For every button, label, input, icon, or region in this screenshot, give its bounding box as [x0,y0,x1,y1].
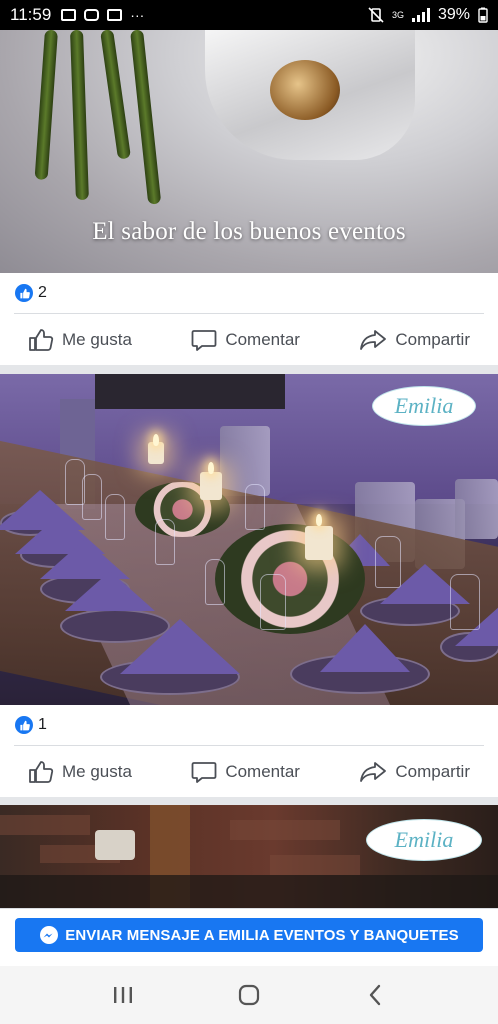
reactions-summary[interactable]: 2 [0,273,498,313]
thumbs-up-icon [29,328,54,351]
post-image-interior[interactable]: Emilia [0,805,498,915]
thumbs-up-icon [29,760,54,783]
home-icon [238,984,260,1006]
send-message-button[interactable]: ENVIAR MENSAJE A EMILIA EVENTOS Y BANQUE… [15,918,483,952]
post-image-food[interactable]: El sabor de los buenos eventos [0,30,498,273]
status-bar: 11:59 ··· 3G 39% [0,0,498,30]
post-footer-2: 1 Me gusta Comentar Compartir [0,705,498,797]
battery-percent: 39% [437,6,470,23]
chair [455,479,498,539]
brick [0,815,90,835]
candle-flame [153,434,159,446]
post-image-banquet[interactable]: Emilia [0,374,498,705]
emilia-logo: Emilia [366,819,482,861]
like-button[interactable]: Me gusta [28,760,132,784]
napkin [65,571,155,611]
post-actions: Me gusta Comentar Compartir [14,313,484,365]
food-item [270,60,340,120]
comment-label: Comentar [225,761,300,781]
recent-apps-button[interactable] [103,975,143,1015]
napkin [120,619,240,674]
wine-glass [82,474,102,520]
like-label: Me gusta [62,329,132,349]
comment-label: Comentar [225,329,300,349]
asparagus [70,30,89,201]
logo-text: Emilia [394,827,454,852]
comment-icon [191,329,217,351]
asparagus [100,30,132,160]
candle [200,472,222,500]
like-label: Me gusta [62,761,132,781]
wine-glass [375,536,401,588]
like-reaction-icon [15,284,33,302]
emilia-logo: Emilia [372,386,476,426]
candle-flame [208,462,214,474]
post-actions: Me gusta Comentar Compartir [14,745,484,797]
cta-bar: ENVIAR MENSAJE A EMILIA EVENTOS Y BANQUE… [0,908,498,966]
brick [230,820,340,840]
back-button[interactable] [355,975,395,1015]
signal-icon [411,8,430,22]
napkin [320,624,410,672]
window-frame [95,374,285,409]
battery-icon [478,7,488,23]
gallery-notification-icon [61,9,77,21]
reaction-count: 2 [38,284,47,301]
brick [270,855,360,875]
wine-glass [260,574,286,630]
share-button[interactable]: Compartir [359,760,470,784]
network-type: 3G [391,10,404,20]
wine-glass [450,574,480,630]
share-icon [360,761,387,782]
candle [305,526,333,560]
youtube-notification-icon [84,9,100,21]
mute-vibrate-icon [368,7,384,23]
asparagus [130,30,162,205]
logo-text: Emilia [394,393,454,418]
wine-glass [105,494,125,540]
home-button[interactable] [229,975,269,1015]
reaction-count: 1 [38,716,47,733]
reactions-summary[interactable]: 1 [0,705,498,745]
send-message-label: ENVIAR MENSAJE A EMILIA EVENTOS Y BANQUE… [65,926,459,944]
messenger-icon [40,926,59,944]
wine-glass [155,519,175,565]
app-notification-icon [107,9,123,21]
post-footer-1: 2 Me gusta Comentar Compartir [0,273,498,365]
like-reaction-icon [15,716,33,734]
like-button[interactable]: Me gusta [28,328,132,352]
share-icon [360,329,387,350]
share-button[interactable]: Compartir [359,328,470,352]
share-label: Compartir [395,329,470,349]
comment-icon [191,761,217,783]
back-icon [369,984,381,1006]
asparagus [34,30,58,181]
flower-pot [95,830,135,860]
share-label: Compartir [395,761,470,781]
wine-glass [205,559,225,605]
comment-button[interactable]: Comentar [191,760,300,784]
comment-button[interactable]: Comentar [191,328,300,352]
status-time: 11:59 [10,5,52,24]
candle-flame [316,514,322,526]
android-nav-bar [0,966,498,1024]
more-notifications: ··· [130,7,145,23]
image-caption: El sabor de los buenos eventos [92,218,406,245]
flower-centerpiece [215,524,365,634]
wine-glass [245,484,265,530]
recent-apps-icon [114,987,132,1003]
